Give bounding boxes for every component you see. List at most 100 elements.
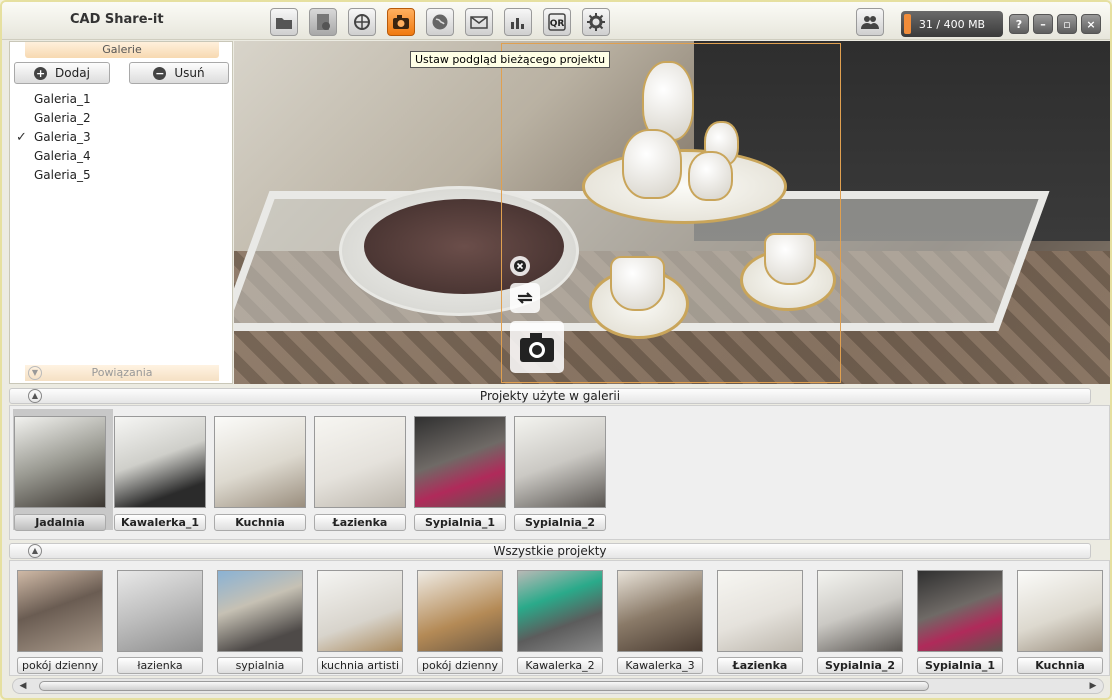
- chevron-down-icon: ▼: [28, 366, 42, 380]
- globe-share-icon: [354, 14, 370, 30]
- minimize-button[interactable]: –: [1033, 14, 1053, 34]
- gallery-item[interactable]: Galeria_1: [10, 90, 232, 109]
- users-button[interactable]: [856, 8, 884, 36]
- camera-icon: [520, 333, 554, 362]
- related-header[interactable]: ▼ Powiązania: [25, 365, 219, 381]
- project-thumbnail: [917, 570, 1003, 652]
- project-thumbnail: [617, 570, 703, 652]
- mail-icon: [470, 16, 488, 29]
- remove-gallery-label: Usuń: [174, 66, 205, 80]
- gallery-item[interactable]: Galeria_2: [10, 109, 232, 128]
- project-name: Kuchnia: [214, 514, 306, 531]
- gallery-item-label: Galeria_3: [34, 130, 91, 144]
- gallery-item[interactable]: ✓ Galeria_3: [10, 128, 232, 147]
- app-window: CAD Share-it QR 31 / 400 MB ? – ▫ × Gale…: [0, 0, 1112, 700]
- stats-icon: [511, 18, 524, 29]
- statistics-button[interactable]: [504, 8, 532, 36]
- maximize-button[interactable]: ▫: [1057, 14, 1077, 34]
- storage-text: 31 / 400 MB: [918, 17, 986, 31]
- preview-camera-button[interactable]: [387, 8, 415, 36]
- project-thumbnail: [314, 416, 406, 508]
- project-name: pokój dzienny: [17, 657, 103, 674]
- settings-button[interactable]: [582, 8, 610, 36]
- top-toolbar: CAD Share-it QR 31 / 400 MB ? – ▫ ×: [2, 2, 1110, 40]
- gallery-header: Galerie: [25, 42, 219, 58]
- scroll-right-icon[interactable]: ▶: [1087, 680, 1099, 692]
- gallery-panel: Galerie + Dodaj − Usuń Galeria_1 Galeria_…: [9, 41, 233, 384]
- storage-usage: 31 / 400 MB: [901, 11, 1003, 37]
- horizontal-scrollbar[interactable]: ◀ ▶: [12, 678, 1104, 694]
- all-projects-title: Wszystkie projekty: [493, 544, 607, 558]
- project-thumbnail: [717, 570, 803, 652]
- gear-icon: [587, 13, 605, 31]
- project-thumbnail: [17, 570, 103, 652]
- earth-icon: [432, 14, 448, 30]
- used-projects-strip: Jadalnia Kawalerka_1 Kuchnia Łazienka Sypial…: [9, 405, 1110, 540]
- gallery-item-label: Galeria_4: [34, 149, 91, 163]
- project-name: Jadalnia: [14, 514, 106, 531]
- project-thumbnail: [217, 570, 303, 652]
- gallery-item-label: Galeria_1: [34, 92, 91, 106]
- close-button[interactable]: ×: [1081, 14, 1101, 34]
- help-button[interactable]: ?: [1009, 14, 1029, 34]
- project-name: Sypialnia_1: [414, 514, 506, 531]
- pdf-icon: [317, 14, 330, 30]
- capture-preview-button[interactable]: [510, 321, 564, 373]
- publish-web-button[interactable]: [426, 8, 454, 36]
- qr-icon: QR: [548, 13, 566, 31]
- minus-icon: −: [153, 66, 167, 80]
- gallery-item[interactable]: Galeria_4: [10, 147, 232, 166]
- folder-icon: [276, 18, 292, 29]
- camera-icon: [393, 15, 409, 29]
- scrollbar-thumb[interactable]: [39, 681, 929, 691]
- project-name: Sypialnia_2: [817, 657, 903, 674]
- project-thumbnail: [1017, 570, 1103, 652]
- gallery-item[interactable]: Galeria_5: [10, 166, 232, 185]
- plus-icon: +: [34, 66, 48, 80]
- project-thumbnail: [14, 416, 106, 508]
- project-thumbnail: [817, 570, 903, 652]
- used-projects-header[interactable]: ▲ Projekty użyte w galerii: [9, 388, 1091, 404]
- all-projects-header[interactable]: ▲ Wszystkie projekty: [9, 543, 1091, 559]
- refresh-preview-button[interactable]: [510, 283, 540, 313]
- project-name: Łazienka: [314, 514, 406, 531]
- project-name: Kawalerka_2: [517, 657, 603, 674]
- project-name: sypialnia: [217, 657, 303, 674]
- project-thumbnail: [414, 416, 506, 508]
- add-gallery-button[interactable]: + Dodaj: [14, 62, 110, 84]
- remove-gallery-button[interactable]: − Usuń: [129, 62, 229, 84]
- project-thumbnail: [114, 416, 206, 508]
- all-projects-strip: pokój dzienny łazienka sypialnia kuchnia ar…: [9, 560, 1110, 676]
- users-icon: [861, 16, 879, 29]
- add-gallery-label: Dodaj: [55, 66, 90, 80]
- project-name: Łazienka: [717, 657, 803, 674]
- chevron-up-icon: ▲: [28, 389, 42, 403]
- project-name: kuchnia artisti: [317, 657, 403, 674]
- project-thumbnail: [514, 416, 606, 508]
- scroll-left-icon[interactable]: ◀: [17, 680, 29, 692]
- render-viewport[interactable]: Ustaw podgląd bieżącego projektu: [234, 41, 1110, 384]
- refresh-icon: [517, 292, 533, 304]
- open-folder-button[interactable]: [270, 8, 298, 36]
- share-globe-button[interactable]: [348, 8, 376, 36]
- project-name: pokój dzienny: [417, 657, 503, 674]
- project-thumbnail: [214, 416, 306, 508]
- project-thumbnail: [417, 570, 503, 652]
- cancel-preview-button[interactable]: [510, 256, 530, 276]
- pdf-button[interactable]: [309, 8, 337, 36]
- project-name: Kawalerka_1: [114, 514, 206, 531]
- project-name: łazienka: [117, 657, 203, 674]
- qr-button[interactable]: QR: [543, 8, 571, 36]
- project-thumbnail: [317, 570, 403, 652]
- project-name: Sypialnia_2: [514, 514, 606, 531]
- project-name: Kuchnia: [1017, 657, 1103, 674]
- storage-usage-fill: [904, 14, 911, 34]
- mail-button[interactable]: [465, 8, 493, 36]
- checkmark-icon: ✓: [16, 130, 27, 145]
- project-thumbnail: [517, 570, 603, 652]
- close-circle-icon: [514, 260, 526, 272]
- project-name: Kawalerka_3: [617, 657, 703, 674]
- chevron-up-icon: ▲: [28, 544, 42, 558]
- svg-text:QR: QR: [550, 19, 565, 29]
- used-projects-title: Projekty użyte w galerii: [479, 389, 621, 403]
